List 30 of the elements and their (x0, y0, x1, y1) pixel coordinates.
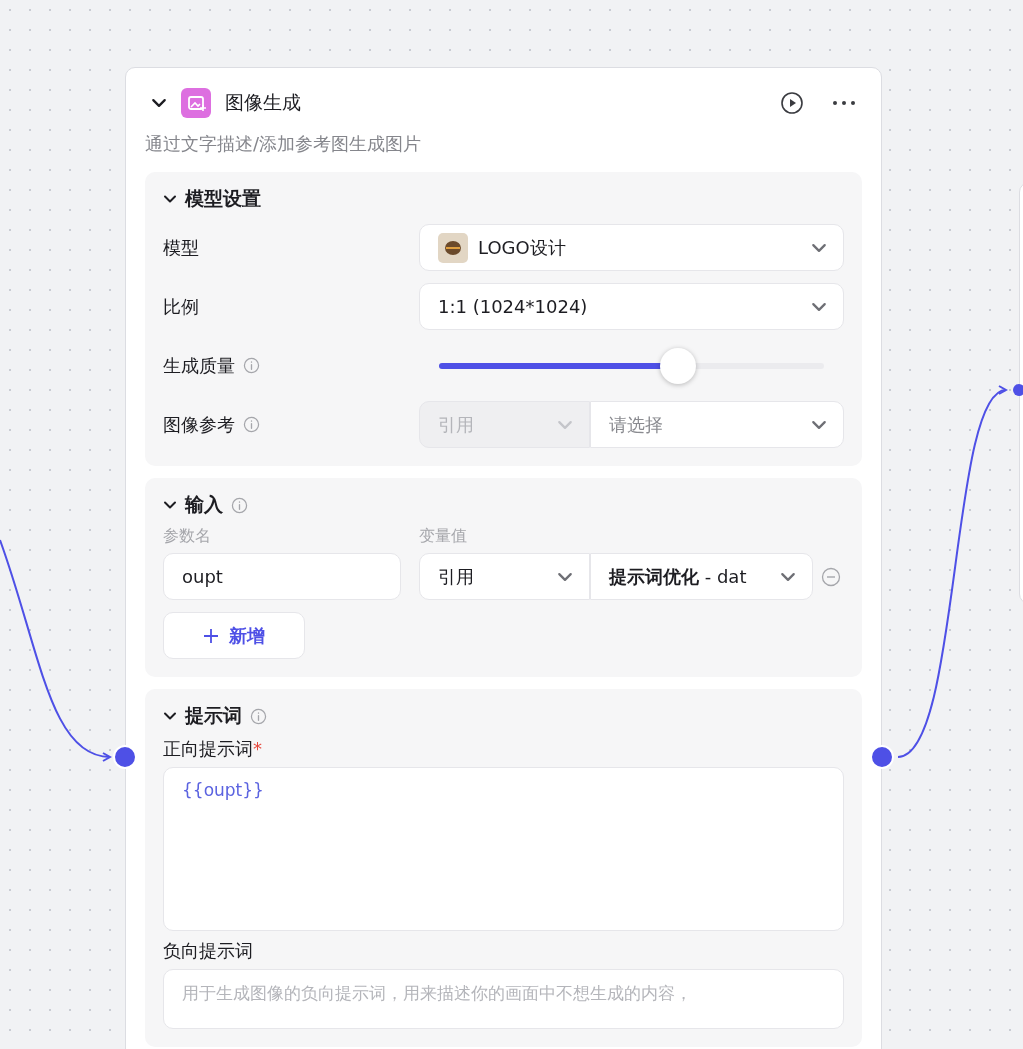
param-name-input[interactable]: oupt (163, 553, 401, 600)
slider-thumb[interactable] (659, 347, 696, 384)
target-port[interactable] (1013, 384, 1023, 396)
field-label: 图像参考 (163, 412, 235, 437)
section-title: 提示词 (185, 703, 242, 728)
prompt-textarea[interactable]: {{oupt}} (163, 767, 844, 931)
column-header: 变量值 (419, 526, 467, 547)
field-label: 生成质量 (163, 353, 235, 378)
field-label: 正向提示词* (163, 737, 263, 761)
model-thumbnail-icon (438, 232, 468, 263)
field-label: 负向提示词 (163, 939, 254, 963)
source-select[interactable]: 引用 (419, 553, 590, 600)
more-icon[interactable] (832, 100, 856, 106)
select-field[interactable]: LOGO设计 (419, 224, 844, 271)
select-field[interactable]: 1:1 (1024*1024) (419, 283, 844, 330)
node-description: 通过文字描述/添加参考图生成图片 (145, 132, 423, 156)
column-header: 参数名 (163, 526, 212, 547)
play-icon[interactable] (780, 91, 804, 115)
plus-icon (203, 627, 219, 644)
section-title: 模型设置 (185, 186, 261, 211)
node-title: 图像生成 (225, 90, 302, 115)
section-title: 输入 (185, 492, 223, 517)
input-port[interactable] (112, 744, 138, 770)
image-node-icon (181, 88, 211, 118)
add-button[interactable]: 新增 (163, 612, 305, 659)
field-label: 模型 (163, 235, 199, 260)
variable-select[interactable]: 提示词优化 - dat (590, 553, 813, 600)
field-label: 比例 (163, 294, 199, 319)
output-port[interactable] (869, 744, 895, 770)
slider-track[interactable] (439, 362, 824, 369)
